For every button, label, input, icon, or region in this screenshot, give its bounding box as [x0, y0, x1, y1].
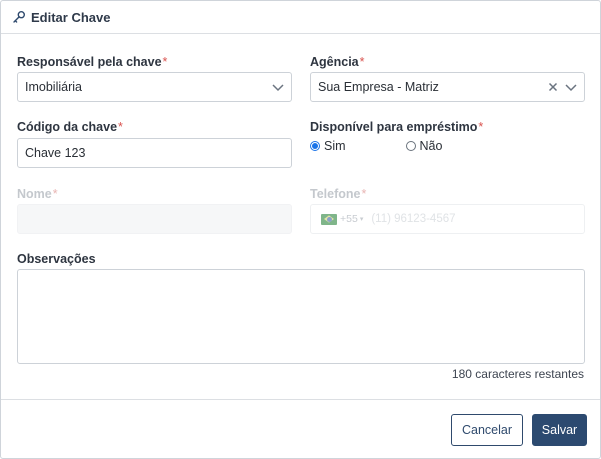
responsavel-select[interactable]: Imobiliária: [17, 72, 292, 102]
agencia-label-text: Agência: [310, 55, 359, 69]
required-asterisk: *: [478, 120, 484, 134]
clear-icon[interactable]: [548, 82, 558, 92]
radio-nao[interactable]: Não: [405, 139, 443, 153]
brazil-flag-icon: [321, 213, 337, 225]
nome-label-text: Nome: [17, 187, 52, 201]
observacoes-textarea[interactable]: [17, 269, 585, 364]
required-asterisk: *: [118, 120, 123, 134]
caret-down-icon: ▾: [359, 216, 364, 223]
edit-key-dialog: Editar Chave Responsável pela chave* Imo…: [0, 0, 601, 459]
nome-label: Nome*: [17, 187, 58, 201]
nome-input: [17, 204, 292, 234]
disponivel-radio-group: Sim Não: [310, 139, 442, 153]
char-counter: 180 caracteres restantes: [451, 367, 584, 381]
codigo-label-text: Código da chave: [17, 120, 118, 134]
disponivel-label-text: Disponível para empréstimo: [310, 120, 478, 134]
cancel-button[interactable]: Cancelar: [451, 414, 523, 446]
radio-sim[interactable]: Sim: [310, 139, 346, 153]
country-code: +55: [340, 213, 358, 225]
required-asterisk: *: [359, 55, 365, 69]
observacoes-label: Observações: [17, 252, 96, 266]
chevron-down-icon[interactable]: [271, 80, 285, 94]
codigo-label: Código da chave*: [17, 120, 123, 134]
required-asterisk: *: [162, 55, 168, 69]
responsavel-select-value: Imobiliária: [25, 80, 82, 94]
footer-divider: [1, 399, 600, 400]
dialog-title: Editar Chave: [31, 9, 111, 25]
save-button[interactable]: Salvar: [532, 414, 587, 446]
required-asterisk: *: [361, 187, 367, 201]
telefone-placeholder: (11) 96123-4567: [371, 213, 456, 225]
disponivel-label: Disponível para empréstimo*: [310, 120, 483, 134]
codigo-input[interactable]: [17, 138, 292, 168]
agencia-select[interactable]: Sua Empresa - Matriz: [310, 72, 585, 102]
required-asterisk: *: [52, 187, 58, 201]
agencia-select-value: Sua Empresa - Matriz: [318, 80, 439, 94]
responsavel-label: Responsável pela chave*: [17, 55, 167, 69]
key-icon: [12, 10, 26, 24]
radio-nao-label: Não: [419, 139, 443, 153]
radio-sim-indicator[interactable]: [310, 141, 320, 151]
agencia-label: Agência*: [310, 55, 365, 69]
responsavel-label-text: Responsável pela chave: [17, 55, 162, 69]
dialog-header: Editar Chave: [1, 1, 600, 34]
chevron-down-icon[interactable]: [564, 80, 578, 94]
radio-sim-label: Sim: [324, 139, 346, 153]
radio-nao-indicator[interactable]: [405, 141, 416, 151]
observacoes-label-text: Observações: [17, 252, 96, 266]
telefone-label-text: Telefone: [310, 187, 361, 201]
telefone-label: Telefone*: [310, 187, 366, 201]
telefone-input: +55 ▾ (11) 96123-4567: [310, 204, 585, 234]
